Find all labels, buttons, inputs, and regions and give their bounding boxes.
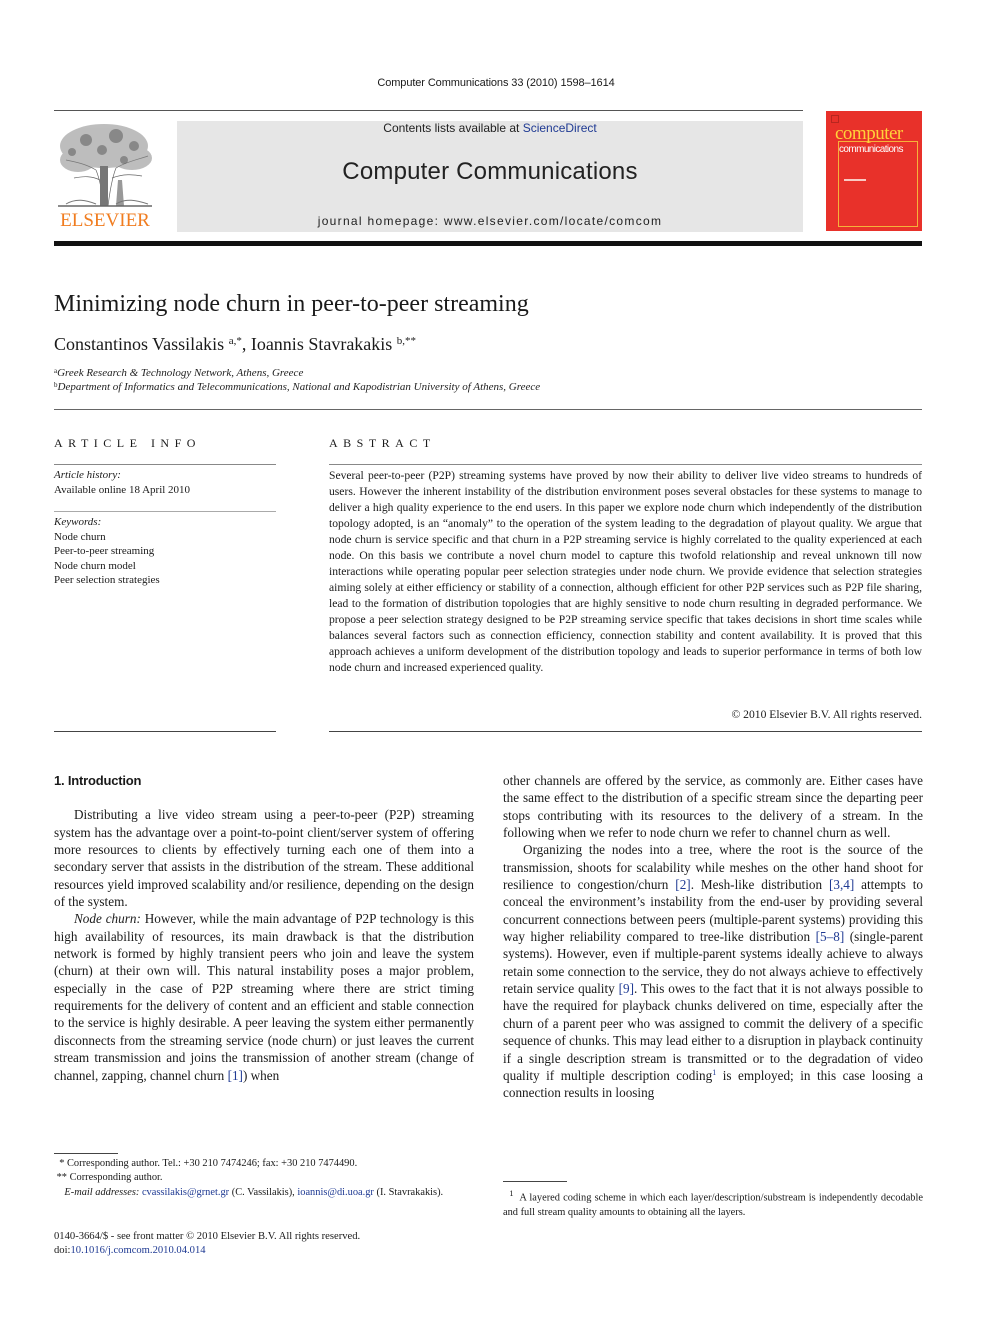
- journal-homepage-link[interactable]: journal homepage: www.elsevier.com/locat…: [177, 214, 803, 228]
- footnote-divider: [503, 1181, 567, 1182]
- author-name[interactable]: Ioannis Stavrakakis: [251, 334, 392, 354]
- history-value: Available online 18 April 2010: [54, 483, 191, 496]
- cover-title-line1: computer: [835, 123, 903, 144]
- section-heading: 1. Introduction: [54, 773, 142, 788]
- front-matter-text: 0140-3664/$ - see front matter © 2010 El…: [54, 1231, 361, 1242]
- affiliation-text: Greek Research & Technology Network, Ath…: [57, 367, 304, 379]
- author-name[interactable]: Constantinos Vassilakis: [54, 334, 224, 354]
- contents-prefix: Contents lists available at: [383, 121, 523, 135]
- keyword: Node churn model: [54, 559, 136, 572]
- keyword: Peer selection strategies: [54, 574, 160, 586]
- paragraph: * Corresponding author. Tel.: +30 210 74…: [54, 1157, 474, 1171]
- divider: [54, 731, 276, 732]
- contents-line: Contents lists available at ScienceDirec…: [177, 121, 803, 135]
- text-run: Distributing a live video stream using a…: [54, 807, 474, 910]
- paragraph: Distributing a live video stream using a…: [54, 806, 474, 910]
- paragraph: Organizing the nodes into a tree, where …: [503, 841, 923, 1101]
- affiliation: aGreek Research & Technology Network, At…: [54, 367, 303, 379]
- text-run: A layered coding scheme in which each la…: [503, 1192, 926, 1218]
- journal-cover[interactable]: computer communications: [826, 111, 922, 231]
- doi-line: doi:10.1016/j.comcom.2010.04.014: [54, 1244, 360, 1258]
- text-run: ** Corresponding author.: [54, 1172, 163, 1184]
- journal-reference: Computer Communications 33 (2010) 1598–1…: [377, 77, 615, 89]
- reference-link[interactable]: [1]: [228, 1068, 243, 1083]
- divider: [329, 731, 922, 732]
- text-run: (I. Stavrakakis).: [373, 1186, 444, 1198]
- cover-emblem-icon: [831, 115, 839, 123]
- author-marks: b,**: [396, 335, 417, 347]
- reference-link[interactable]: [3,4]: [829, 877, 854, 892]
- abstract-text: Several peer-to-peer (P2P) streaming sys…: [329, 469, 922, 674]
- cover-title-line2: communications: [839, 144, 903, 155]
- keywords: Keywords: Node churn Peer-to-peer stream…: [54, 515, 160, 588]
- keyword: Node churn: [54, 530, 106, 543]
- text-run: (C. Vassilakis),: [229, 1186, 298, 1198]
- paragraph: ** Corresponding author.: [54, 1171, 474, 1185]
- journal-masthead: Contents lists available at ScienceDirec…: [177, 121, 803, 232]
- keyword: Peer-to-peer streaming: [54, 545, 155, 557]
- doi-link[interactable]: 10.1016/j.comcom.2010.04.014: [70, 1245, 205, 1256]
- text-run: ) when: [242, 1067, 280, 1083]
- keywords-label: Keywords:: [54, 516, 102, 528]
- article-title: Minimizing node churn in peer-to-peer st…: [54, 291, 529, 317]
- paragraph: E-mail addresses: cvassilakis@grnet.gr (…: [54, 1186, 474, 1200]
- emphasis-text: Node churn:: [74, 911, 141, 927]
- text-run: However, while the main advantage of P2P…: [54, 911, 474, 1083]
- paragraph-container: Distributing a live video stream using a…: [54, 806, 474, 1084]
- author-list: Constantinos Vassilakis a,*, Ioannis Sta…: [54, 334, 416, 355]
- footnotes-left: * Corresponding author. Tel.: +30 210 74…: [54, 1157, 474, 1200]
- paragraph: Node churn: However, while the main adva…: [54, 910, 474, 1083]
- reference-link[interactable]: ioannis@di.uoa.gr: [297, 1187, 374, 1198]
- affiliation-text: Department of Informatics and Telecommun…: [57, 381, 541, 393]
- cover-imprint: [844, 179, 866, 181]
- paragraph-container: other channels are offered by the servic…: [503, 772, 923, 1102]
- text-run: other channels are offered by the servic…: [503, 773, 923, 841]
- footnotes-right: 1 A layered coding scheme in which each …: [503, 1186, 923, 1220]
- header-divider: [54, 110, 803, 111]
- author-marks: a,*: [228, 335, 242, 347]
- divider: [329, 464, 922, 465]
- doi-prefix: doi:: [54, 1245, 71, 1257]
- journal-name: Computer Communications: [342, 158, 638, 185]
- author-separator: ,: [241, 334, 251, 354]
- history-label: Article history:: [54, 469, 121, 481]
- abstract-copyright: © 2010 Elsevier B.V. All rights reserved…: [731, 708, 922, 721]
- text-run: . Mesh-like distribution: [690, 877, 829, 893]
- divider: [54, 511, 276, 512]
- paragraph: other channels are offered by the servic…: [503, 772, 923, 841]
- reference-link[interactable]: [5–8]: [816, 929, 845, 944]
- title-divider: [54, 409, 922, 410]
- reference-link[interactable]: [9]: [619, 981, 634, 996]
- publisher-wordmark: ELSEVIER: [60, 210, 150, 231]
- sciencedirect-link[interactable]: ScienceDirect: [523, 121, 597, 135]
- article-info-heading: ARTICLE INFO: [54, 436, 201, 450]
- body-column-right: other channels are offered by the servic…: [503, 772, 923, 1102]
- article-history: Article history: Available online 18 Apr…: [54, 468, 190, 497]
- body-column-left: 1. Introduction Distributing a live vide…: [54, 772, 474, 1084]
- affiliation: bDepartment of Informatics and Telecommu…: [54, 381, 540, 393]
- abstract-heading: ABSTRACT: [329, 436, 436, 450]
- footnote-divider: [54, 1153, 118, 1154]
- text-run: * Corresponding author. Tel.: +30 210 74…: [54, 1158, 358, 1169]
- reference-link[interactable]: cvassilakis@grnet.gr: [142, 1187, 229, 1198]
- reference-link[interactable]: [2]: [675, 877, 690, 892]
- elsevier-tree-icon: [58, 124, 152, 207]
- header-thick-divider: [54, 241, 922, 246]
- paragraph: 1 A layered coding scheme in which each …: [503, 1186, 923, 1220]
- elsevier-logo[interactable]: ELSEVIER: [54, 120, 156, 231]
- emphasis-text: E-mail addresses:: [54, 1186, 140, 1198]
- divider: [54, 464, 276, 465]
- front-matter: 0140-3664/$ - see front matter © 2010 El…: [54, 1230, 360, 1259]
